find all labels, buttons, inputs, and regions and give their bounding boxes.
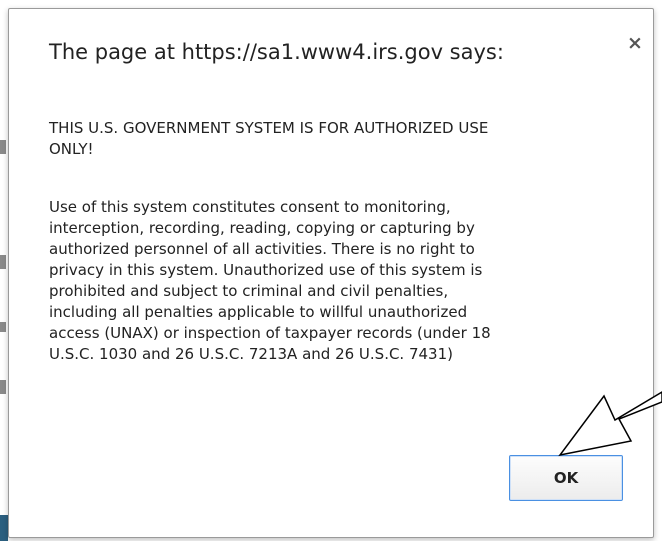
dialog-title: The page at https://sa1.www4.irs.gov say…: [49, 40, 504, 64]
page-text-fragment: [0, 255, 6, 269]
body-line: prohibited and subject to criminal and c…: [49, 282, 449, 300]
body-line: interception, recording, reading, copyin…: [49, 219, 475, 237]
warning-body: Use of this system constitutes consent t…: [49, 197, 609, 365]
page-text-fragment: [0, 380, 6, 394]
headline-line: ONLY!: [49, 140, 94, 158]
body-line: Use of this system constitutes consent t…: [49, 198, 451, 216]
warning-headline: THIS U.S. GOVERNMENT SYSTEM IS FOR AUTHO…: [49, 118, 609, 160]
page-text-fragment: [0, 322, 6, 332]
body-line: U.S.C. 1030 and 26 U.S.C. 7213A and 26 U…: [49, 345, 453, 363]
close-icon[interactable]: ×: [625, 33, 645, 53]
headline-line: THIS U.S. GOVERNMENT SYSTEM IS FOR AUTHO…: [49, 119, 489, 137]
ok-button[interactable]: OK: [509, 455, 623, 501]
page-text-fragment: [0, 140, 6, 154]
body-line: including all penalties applicable to wi…: [49, 303, 468, 321]
page-footer-fragment: [0, 515, 8, 541]
body-line: access (UNAX) or inspection of taxpayer …: [49, 324, 491, 342]
body-line: privacy in this system. Unauthorized use…: [49, 261, 483, 279]
body-line: authorized personnel of all activities. …: [49, 240, 475, 258]
